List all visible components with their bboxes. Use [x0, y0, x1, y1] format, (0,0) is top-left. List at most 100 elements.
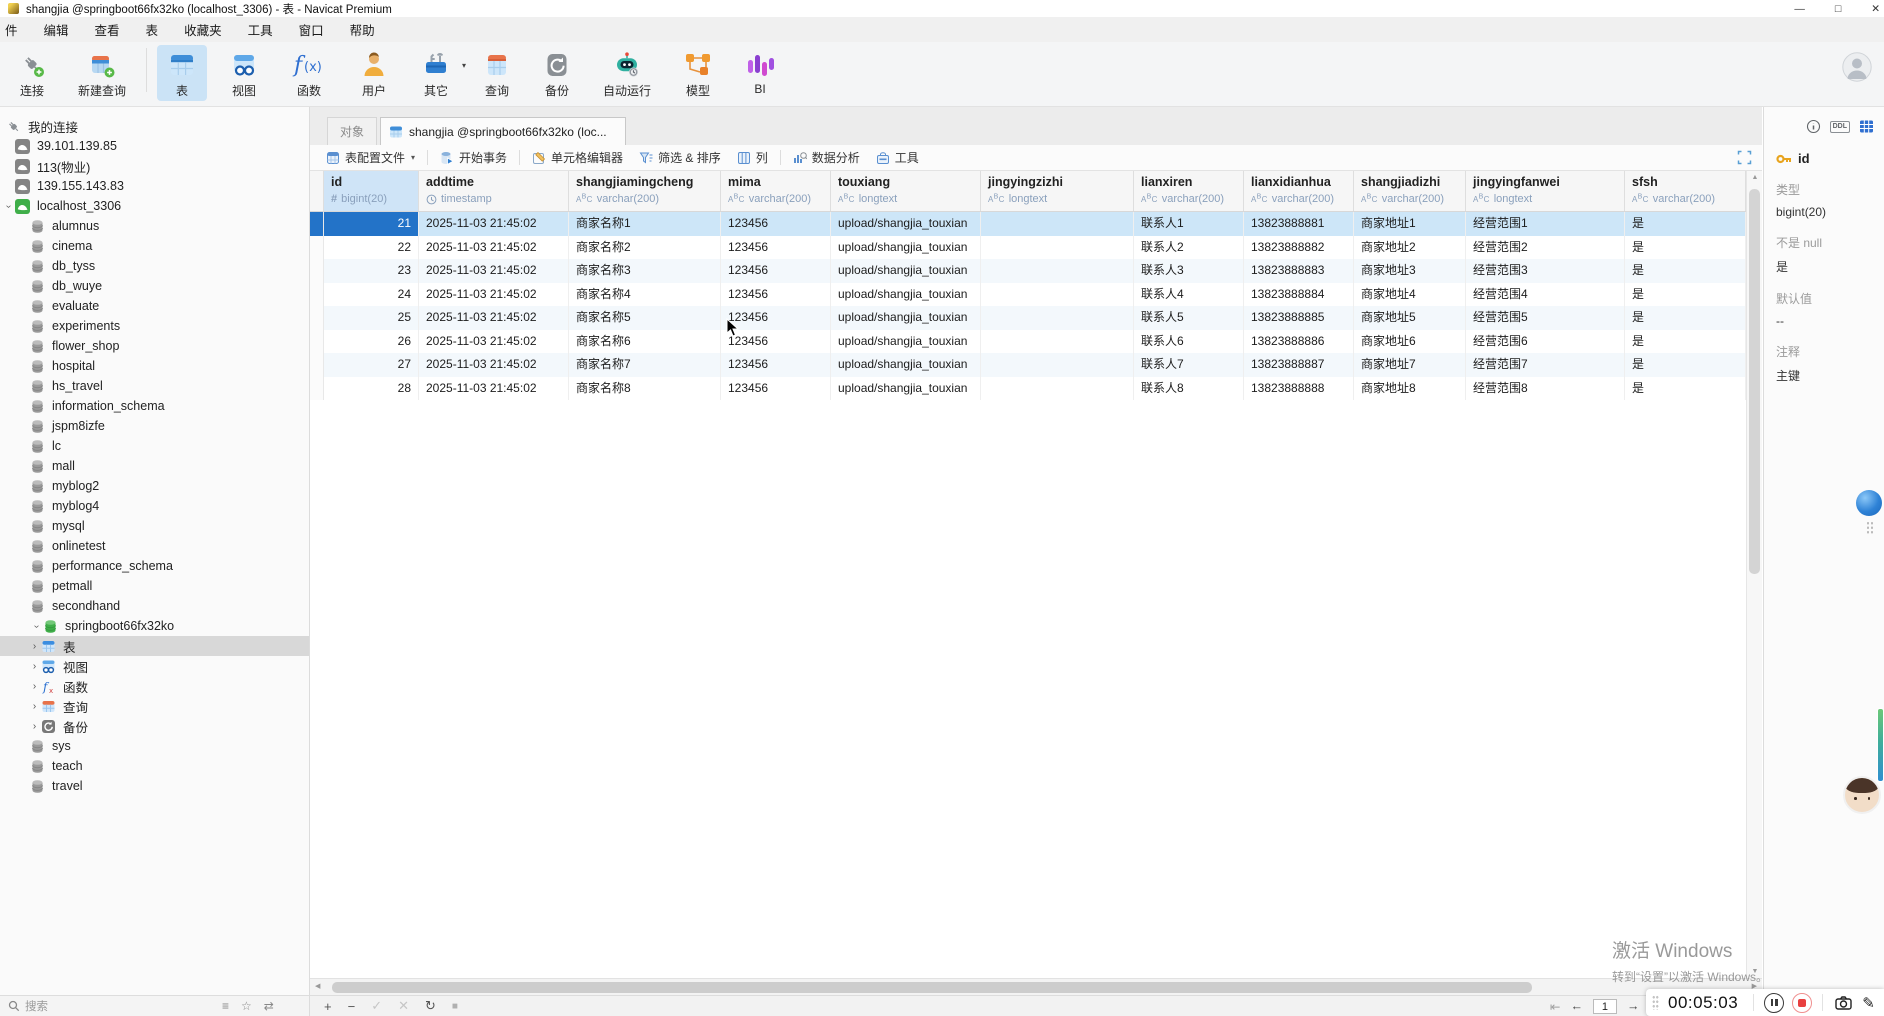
tabletoolbar-table-profile-button[interactable]: 表配置文件▾	[318, 149, 423, 166]
cell-touxiang[interactable]: upload/shangjia_touxian	[831, 377, 981, 401]
column-header-lianxiren[interactable]: lianxirenABCvarchar(200)	[1134, 171, 1244, 211]
tree-item[interactable]: db_tyss	[0, 256, 309, 276]
chevron-down-icon[interactable]: ▾	[411, 153, 415, 162]
table-row[interactable]: 212025-11-03 21:45:02商家名称1123456upload/s…	[310, 212, 1746, 236]
tree-item[interactable]: ›localhost_3306	[0, 196, 309, 216]
tree-item[interactable]: db_wuye	[0, 276, 309, 296]
tree-item[interactable]: petmall	[0, 576, 309, 596]
tree-item[interactable]: cinema	[0, 236, 309, 256]
column-header-sfsh[interactable]: sfshABCvarchar(200)	[1625, 171, 1746, 211]
cell-addtime[interactable]: 2025-11-03 21:45:02	[419, 377, 569, 401]
cell-jingyingfanwei[interactable]: 经营范围6	[1466, 330, 1625, 354]
cell-touxiang[interactable]: upload/shangjia_touxian	[831, 330, 981, 354]
grid-vertical-scrollbar[interactable]: ▲ ▼	[1746, 171, 1762, 978]
menu-item-3[interactable]: 查看	[82, 20, 133, 39]
row-selector[interactable]	[310, 353, 324, 377]
tree-item[interactable]: hospital	[0, 356, 309, 376]
grid-horizontal-scrollbar[interactable]: ◀ ▶	[310, 978, 1762, 995]
column-header-shangjiamingcheng[interactable]: shangjiamingchengABCvarchar(200)	[569, 171, 721, 211]
cell-lianxiren[interactable]: 联系人6	[1134, 330, 1244, 354]
cell-shangjiamingcheng[interactable]: 商家名称5	[569, 306, 721, 330]
cell-lianxiren[interactable]: 联系人2	[1134, 236, 1244, 260]
table-row[interactable]: 232025-11-03 21:45:02商家名称3123456upload/s…	[310, 259, 1746, 283]
tree-item[interactable]: experiments	[0, 316, 309, 336]
tabletoolbar-begin-transaction-button[interactable]: 开始事务	[432, 149, 515, 166]
cell-jingyingzizhi[interactable]	[981, 377, 1134, 401]
cell-jingyingfanwei[interactable]: 经营范围1	[1466, 212, 1625, 236]
tree-item[interactable]: performance_schema	[0, 556, 309, 576]
tree-item[interactable]: travel	[0, 776, 309, 796]
cell-lianxiren[interactable]: 联系人1	[1134, 212, 1244, 236]
cell-id[interactable]: 27	[324, 353, 419, 377]
tree-item[interactable]: ›fx函数	[0, 676, 309, 696]
cell-shangjiadizhi[interactable]: 商家地址6	[1354, 330, 1466, 354]
ddl-view-icon[interactable]: DDL	[1830, 121, 1850, 133]
cell-touxiang[interactable]: upload/shangjia_touxian	[831, 283, 981, 307]
cell-lianxidianhua[interactable]: 13823888888	[1244, 377, 1354, 401]
cell-jingyingzizhi[interactable]	[981, 330, 1134, 354]
toolbar-query-button[interactable]: 查询	[473, 45, 521, 101]
cell-mima[interactable]: 123456	[721, 236, 831, 260]
cell-shangjiadizhi[interactable]: 商家地址2	[1354, 236, 1466, 260]
cell-lianxidianhua[interactable]: 13823888881	[1244, 212, 1354, 236]
refresh-icon[interactable]: ↻	[425, 998, 436, 1014]
cell-shangjiadizhi[interactable]: 商家地址1	[1354, 212, 1466, 236]
cell-shangjiadizhi[interactable]: 商家地址4	[1354, 283, 1466, 307]
chevron-collapsed-icon[interactable]: ›	[28, 721, 41, 732]
toolbar-others-button[interactable]: 其它▾	[411, 45, 461, 101]
row-selector[interactable]	[310, 212, 324, 236]
column-header-jingyingfanwei[interactable]: jingyingfanweiABClongtext	[1466, 171, 1625, 211]
tree-item[interactable]: ›查询	[0, 696, 309, 716]
tabletoolbar-filter-sort-button[interactable]: 筛选 & 排序	[631, 149, 729, 166]
fullscreen-icon[interactable]	[1737, 150, 1874, 165]
tree-item[interactable]: flower_shop	[0, 336, 309, 356]
cell-lianxiren[interactable]: 联系人5	[1134, 306, 1244, 330]
menu-item-6[interactable]: 工具	[235, 20, 286, 39]
tree-item[interactable]: teach	[0, 756, 309, 776]
cell-shangjiadizhi[interactable]: 商家地址5	[1354, 306, 1466, 330]
cell-lianxidianhua[interactable]: 13823888887	[1244, 353, 1354, 377]
cell-shangjiamingcheng[interactable]: 商家名称6	[569, 330, 721, 354]
cell-jingyingfanwei[interactable]: 经营范围2	[1466, 236, 1625, 260]
chevron-collapsed-icon[interactable]: ›	[28, 641, 41, 652]
cell-id[interactable]: 26	[324, 330, 419, 354]
user-avatar[interactable]	[1842, 52, 1872, 82]
tab-objects[interactable]: 对象	[327, 117, 377, 145]
cell-jingyingfanwei[interactable]: 经营范围4	[1466, 283, 1625, 307]
cell-shangjiamingcheng[interactable]: 商家名称1	[569, 212, 721, 236]
cell-mima[interactable]: 123456	[721, 212, 831, 236]
horizontal-scroll-thumb[interactable]	[332, 982, 1532, 993]
row-selector[interactable]	[310, 259, 324, 283]
cell-sfsh[interactable]: 是	[1625, 236, 1746, 260]
tree-item[interactable]: alumnus	[0, 216, 309, 236]
cell-lianxidianhua[interactable]: 13823888884	[1244, 283, 1354, 307]
table-row[interactable]: 252025-11-03 21:45:02商家名称5123456upload/s…	[310, 306, 1746, 330]
tree-item[interactable]: 139.155.143.83	[0, 176, 309, 196]
row-selector[interactable]	[310, 236, 324, 260]
cell-sfsh[interactable]: 是	[1625, 259, 1746, 283]
close-button[interactable]: ✕	[1871, 3, 1880, 15]
maximize-button[interactable]: □	[1835, 3, 1841, 15]
tabletoolbar-data-analysis-button[interactable]: 数据分析	[785, 149, 868, 166]
cell-addtime[interactable]: 2025-11-03 21:45:02	[419, 306, 569, 330]
cell-touxiang[interactable]: upload/shangjia_touxian	[831, 236, 981, 260]
table-row[interactable]: 262025-11-03 21:45:02商家名称6123456upload/s…	[310, 330, 1746, 354]
toolbar-model-button[interactable]: 模型	[673, 45, 723, 101]
tree-item[interactable]: evaluate	[0, 296, 309, 316]
toolbar-user-button[interactable]: 用户	[349, 45, 399, 101]
row-selector[interactable]	[310, 306, 324, 330]
cell-mima[interactable]: 123456	[721, 353, 831, 377]
favorites-icon[interactable]: ☆	[241, 999, 252, 1013]
pause-recording-button[interactable]	[1764, 993, 1784, 1013]
cell-id[interactable]: 24	[324, 283, 419, 307]
cell-shangjiadizhi[interactable]: 商家地址3	[1354, 259, 1466, 283]
tree-item[interactable]: ›备份	[0, 716, 309, 736]
cell-sfsh[interactable]: 是	[1625, 353, 1746, 377]
info-view-icon[interactable]	[1806, 119, 1821, 134]
menu-item-8[interactable]: 帮助	[337, 20, 388, 39]
cell-id[interactable]: 21	[324, 212, 419, 236]
scroll-up-icon[interactable]: ▲	[1747, 174, 1763, 181]
screenshot-camera-icon[interactable]	[1835, 996, 1852, 1010]
cell-sfsh[interactable]: 是	[1625, 377, 1746, 401]
tree-item[interactable]: hs_travel	[0, 376, 309, 396]
